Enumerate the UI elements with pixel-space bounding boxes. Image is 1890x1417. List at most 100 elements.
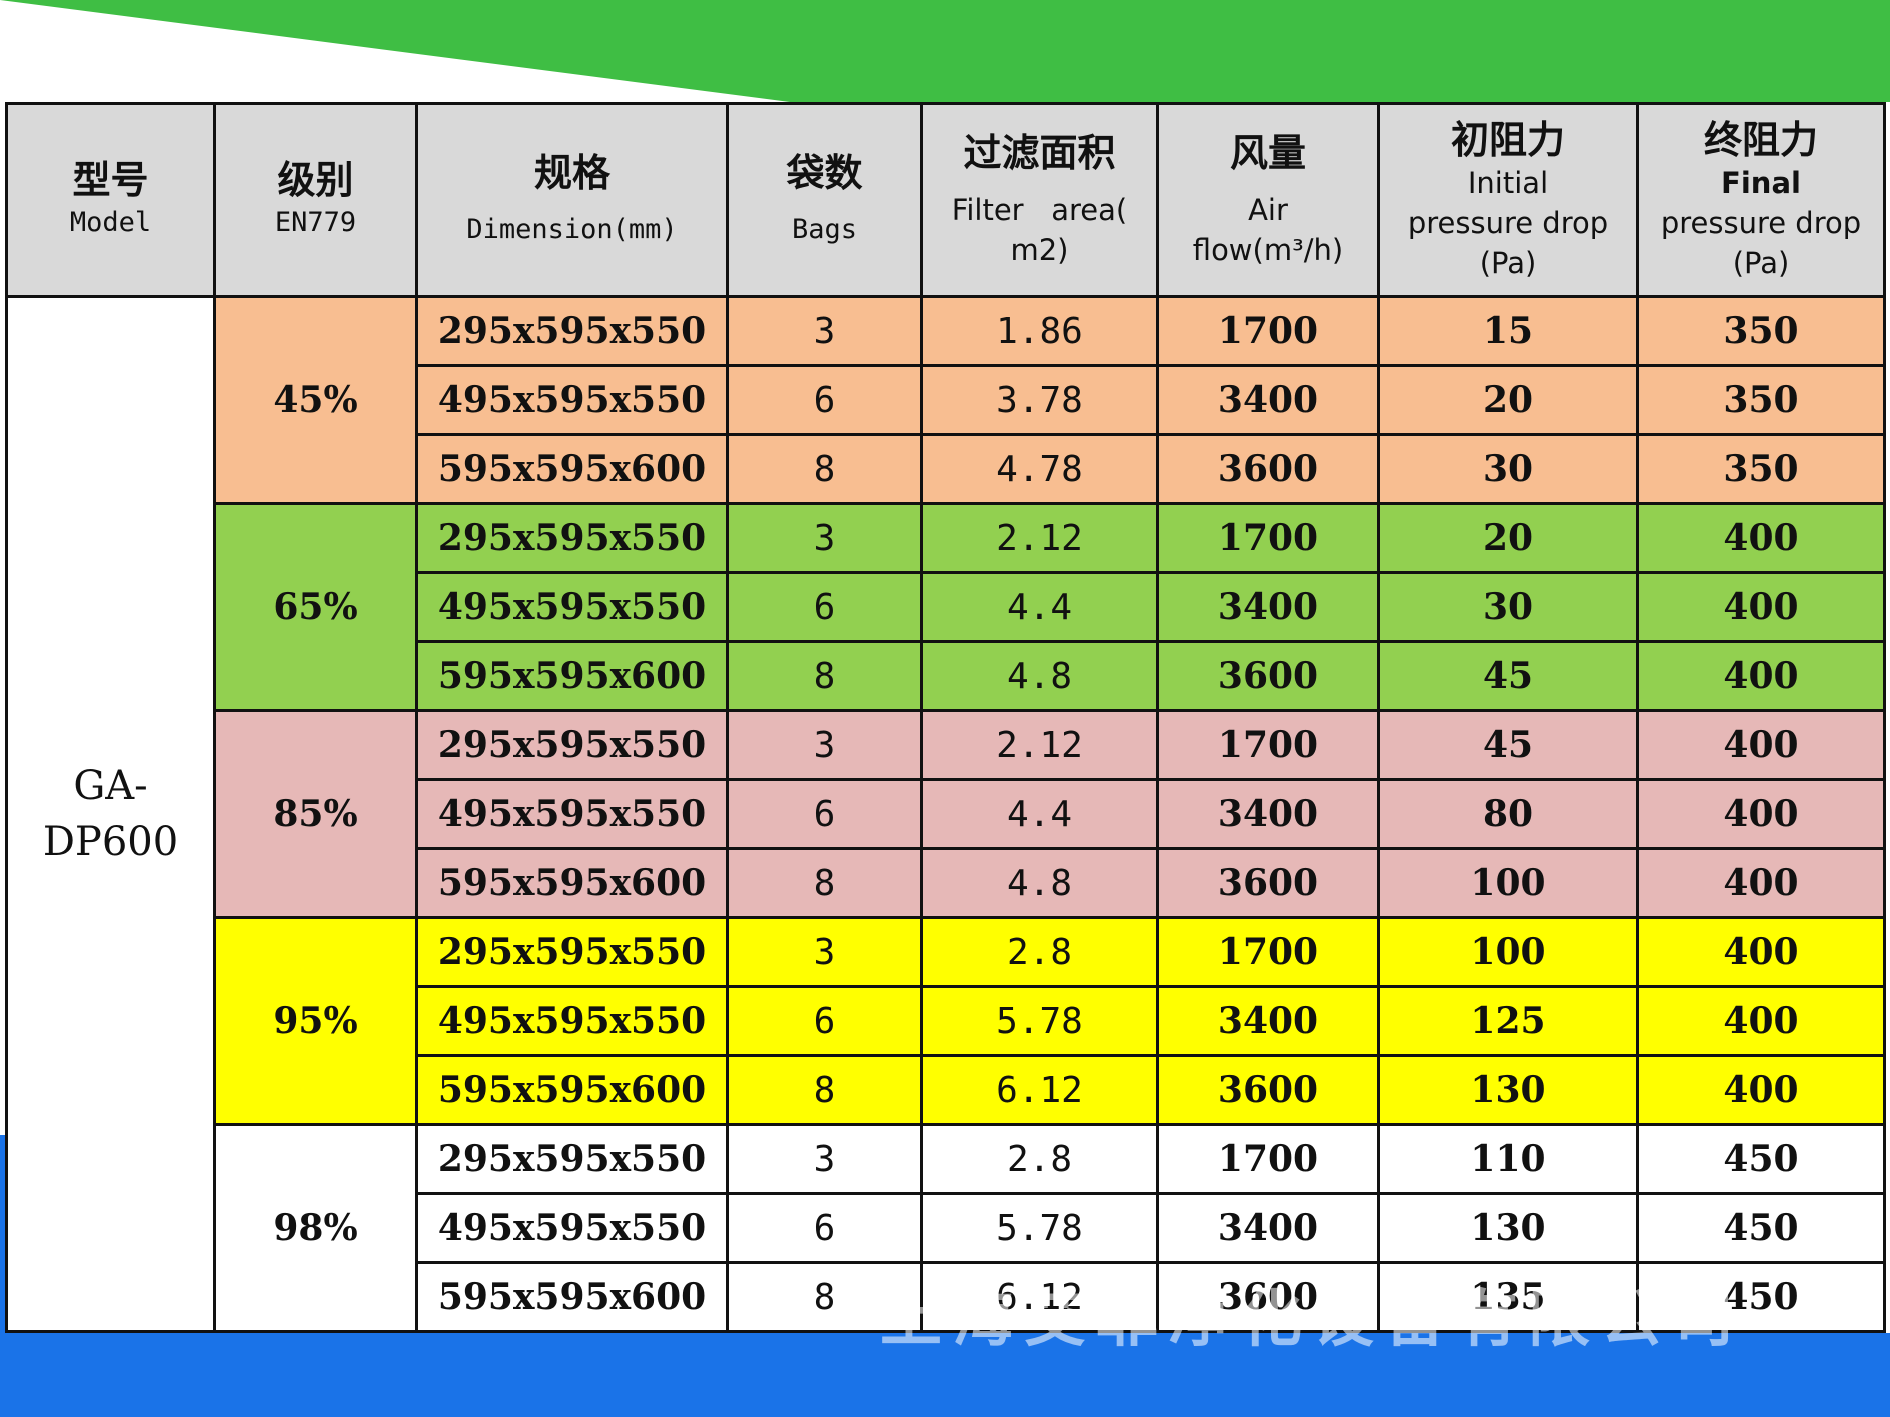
dimension-cell: 495x595x550 (415, 985, 729, 1057)
filter-area-cell: 4.4 (920, 571, 1159, 643)
airflow-cell: 3400 (1156, 985, 1380, 1057)
initial-pressure-cell: 110 (1377, 1123, 1639, 1195)
bags-cell: 6 (726, 778, 923, 850)
header-initial-pressure: 初阻力 Initial pressure drop (Pa) (1377, 102, 1639, 298)
bags-cell: 6 (726, 364, 923, 436)
bags-cell: 8 (726, 640, 923, 712)
final-pressure-cell: 400 (1636, 985, 1886, 1057)
final-pressure-cell: 450 (1636, 1192, 1886, 1264)
table-body: GA- DP600 45% 295x595x550 3 1.86 1700 15 350 495x… (5, 295, 1886, 1333)
initial-pressure-cell: 130 (1377, 1054, 1639, 1126)
airflow-cell: 3600 (1156, 433, 1380, 505)
bags-cell: 3 (726, 916, 923, 988)
filter-area-cell: 4.4 (920, 778, 1159, 850)
table-row: GA- DP600 45% 295x595x550 3 1.86 1700 15 350 (5, 295, 1886, 1333)
initial-pressure-cell: 100 (1377, 847, 1639, 919)
header-model: 型号 Model (5, 102, 216, 298)
final-pressure-cell: 400 (1636, 916, 1886, 988)
dimension-cell: 295x595x550 (415, 502, 729, 574)
bags-cell: 6 (726, 985, 923, 1057)
airflow-cell: 1700 (1156, 295, 1380, 367)
dimension-cell: 495x595x550 (415, 364, 729, 436)
dimension-cell: 595x595x600 (415, 640, 729, 712)
airflow-cell: 3600 (1156, 1054, 1380, 1126)
grade-cell: 95% (213, 916, 418, 1126)
filter-area-cell: 4.78 (920, 433, 1159, 505)
model-name-line1: GA- (73, 763, 148, 809)
bags-cell: 6 (726, 1192, 923, 1264)
airflow-cell: 3400 (1156, 778, 1380, 850)
dimension-cell: 595x595x600 (415, 433, 729, 505)
final-pressure-cell: 400 (1636, 571, 1886, 643)
dimension-cell: 595x595x600 (415, 1261, 729, 1333)
initial-pressure-cell: 80 (1377, 778, 1639, 850)
dimension-cell: 295x595x550 (415, 916, 729, 988)
final-pressure-cell: 400 (1636, 1054, 1886, 1126)
initial-pressure-cell: 100 (1377, 916, 1639, 988)
airflow-cell: 1700 (1156, 502, 1380, 574)
grade-cell: 65% (213, 502, 418, 712)
filter-area-cell: 2.12 (920, 502, 1159, 574)
final-pressure-cell: 400 (1636, 640, 1886, 712)
airflow-cell: 3400 (1156, 571, 1380, 643)
company-watermark: 上海艾菲净化设备有限公司 (880, 1282, 1745, 1355)
final-pressure-cell: 400 (1636, 778, 1886, 850)
filter-area-cell: 5.78 (920, 1192, 1159, 1264)
dimension-cell: 495x595x550 (415, 1192, 729, 1264)
green-top-band (0, 0, 1890, 102)
bags-cell: 8 (726, 1054, 923, 1126)
dimension-cell: 595x595x600 (415, 847, 729, 919)
initial-pressure-cell: 20 (1377, 502, 1639, 574)
table-row: 98% 295x595x550 3 2.8 1700 110 450 (7, 1123, 1886, 1333)
final-pressure-cell: 350 (1636, 433, 1886, 505)
dimension-cell: 295x595x550 (415, 709, 729, 781)
dimension-cell: 595x595x600 (415, 1054, 729, 1126)
filter-area-cell: 1.86 (920, 295, 1159, 367)
header-bags: 袋数 Bags (726, 102, 923, 298)
bags-cell: 3 (726, 1123, 923, 1195)
initial-pressure-cell: 30 (1377, 433, 1639, 505)
initial-pressure-cell: 30 (1377, 571, 1639, 643)
airflow-cell: 3400 (1156, 364, 1380, 436)
dimension-cell: 495x595x550 (415, 571, 729, 643)
initial-pressure-cell: 45 (1377, 640, 1639, 712)
filter-area-cell: 3.78 (920, 364, 1159, 436)
bags-cell: 3 (726, 502, 923, 574)
filter-area-cell: 6.12 (920, 1054, 1159, 1126)
filter-area-cell: 4.8 (920, 847, 1159, 919)
initial-pressure-cell: 130 (1377, 1192, 1639, 1264)
airflow-cell: 1700 (1156, 916, 1380, 988)
final-pressure-cell: 450 (1636, 1123, 1886, 1195)
header-dimension: 规格 Dimension(mm) (415, 102, 729, 298)
filter-area-cell: 5.78 (920, 985, 1159, 1057)
header-filter-area: 过滤面积 Filter area( m2) (920, 102, 1159, 298)
grade-cell: 45% (213, 295, 418, 505)
final-pressure-cell: 400 (1636, 502, 1886, 574)
dimension-cell: 295x595x550 (415, 295, 729, 367)
final-pressure-cell: 350 (1636, 364, 1886, 436)
table-row: 95% 295x595x550 3 2.8 1700 100 400 (7, 916, 1886, 1126)
header-row: 型号 Model 级别 EN779 规格 Dimension(mm) 袋数 Ba… (5, 102, 1886, 298)
airflow-cell: 3600 (1156, 640, 1380, 712)
model-cell: GA- DP600 (5, 295, 216, 1333)
filter-area-cell: 4.8 (920, 640, 1159, 712)
airflow-cell: 3400 (1156, 1192, 1380, 1264)
filter-area-cell: 2.8 (920, 1123, 1159, 1195)
filter-area-cell: 2.8 (920, 916, 1159, 988)
initial-pressure-cell: 20 (1377, 364, 1639, 436)
airflow-cell: 1700 (1156, 1123, 1380, 1195)
grade-cell: 85% (213, 709, 418, 919)
final-pressure-cell: 400 (1636, 847, 1886, 919)
filter-area-cell: 2.12 (920, 709, 1159, 781)
bags-cell: 3 (726, 709, 923, 781)
table-row: 65% 295x595x550 3 2.12 1700 20 400 (7, 502, 1886, 712)
header-final-pressure: 终阻力 Final pressure drop (Pa) (1636, 102, 1886, 298)
initial-pressure-cell: 45 (1377, 709, 1639, 781)
dimension-cell: 295x595x550 (415, 1123, 729, 1195)
airflow-cell: 1700 (1156, 709, 1380, 781)
filter-spec-table: 型号 Model 级别 EN779 规格 Dimension(mm) 袋数 Ba… (5, 102, 1886, 1333)
final-pressure-cell: 400 (1636, 709, 1886, 781)
header-airflow: 风量 Air flow(m³/h) (1156, 102, 1380, 298)
final-pressure-cell: 350 (1636, 295, 1886, 367)
airflow-cell: 3600 (1156, 847, 1380, 919)
